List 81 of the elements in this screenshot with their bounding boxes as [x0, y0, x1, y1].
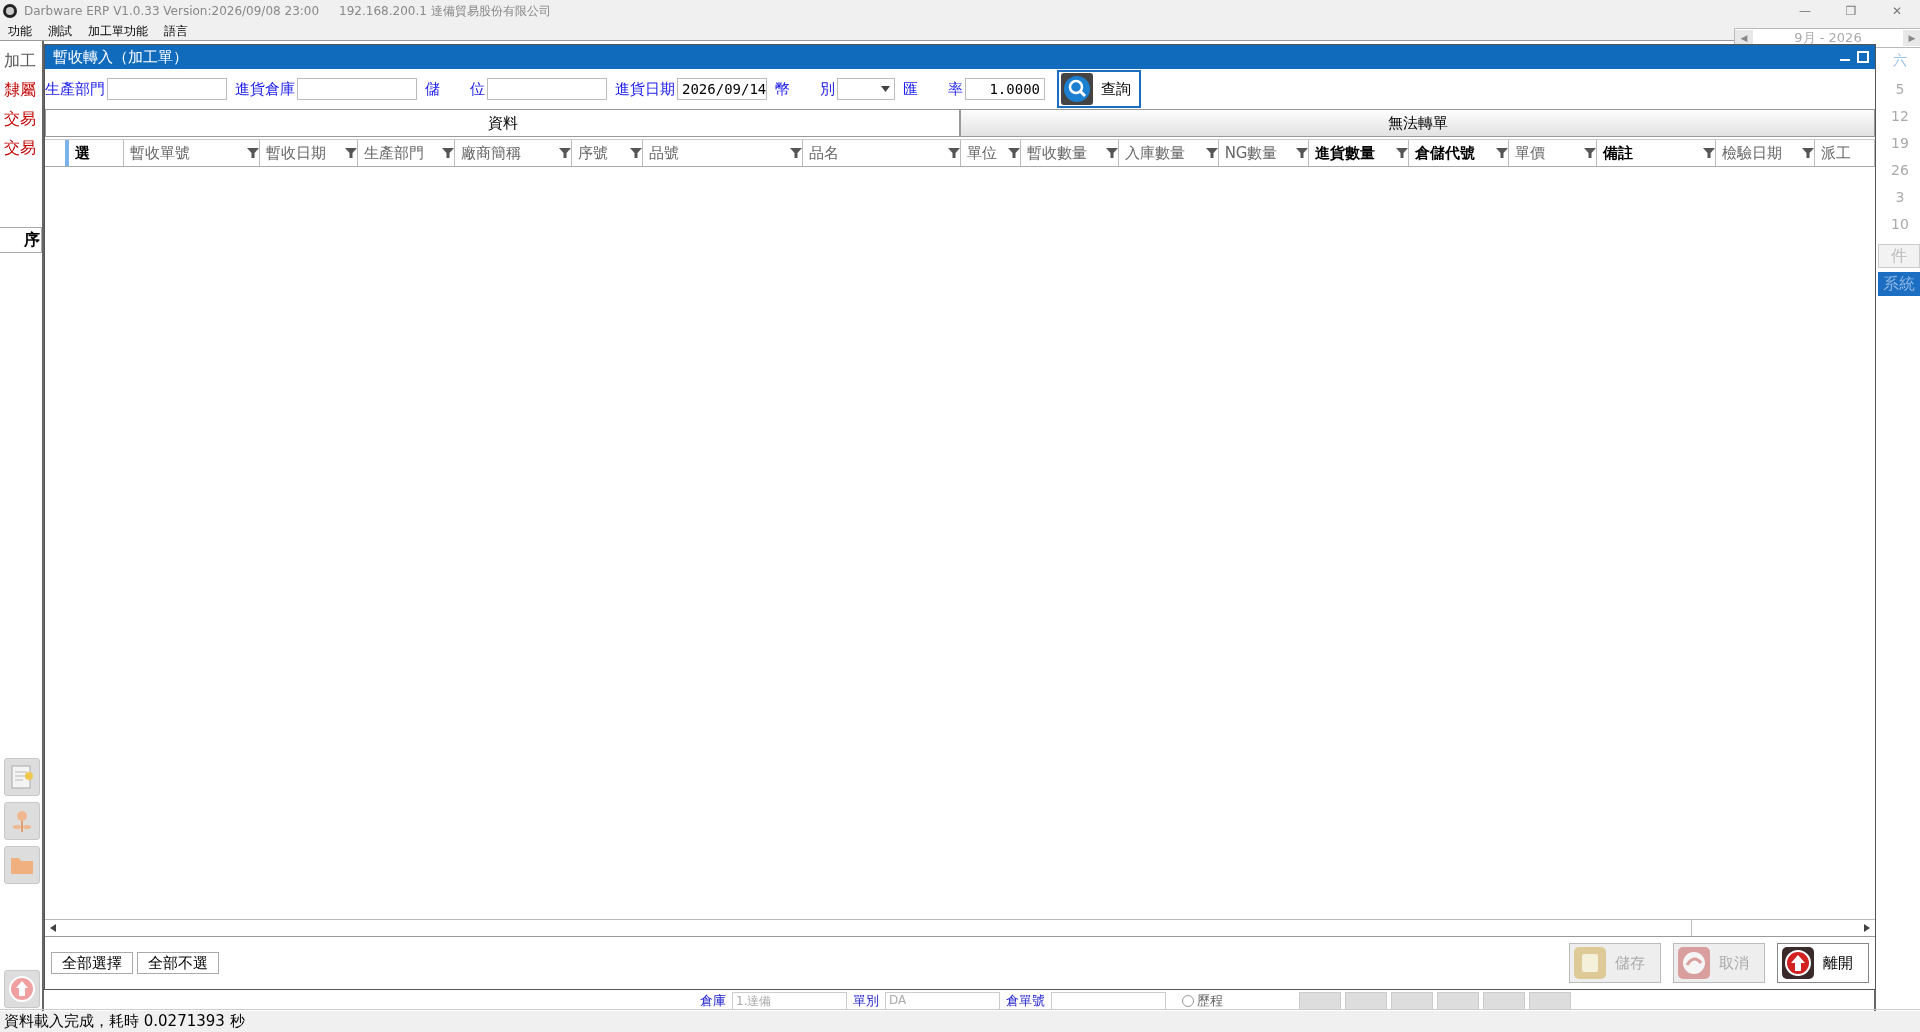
input-field[interactable]: 1.0000 — [965, 78, 1045, 100]
filter-icon[interactable] — [1703, 147, 1716, 159]
weekday-label: 六 — [1893, 52, 1907, 70]
column-header[interactable]: 序號 — [572, 140, 643, 166]
search-icon — [1061, 73, 1093, 105]
filter-icon[interactable] — [789, 147, 802, 159]
app-title: Darbware ERP V1.0.33 Version:2026/09/08 23:00 — [24, 4, 320, 18]
column-header[interactable]: 廠商簡稱 — [455, 140, 573, 166]
menu-item[interactable]: 加工單功能 — [88, 22, 148, 40]
field-label: 進貨日期 — [615, 79, 675, 99]
menu-item[interactable]: 功能 — [8, 22, 32, 40]
select-button[interactable]: 全部選擇 — [51, 952, 133, 974]
app-logo-icon — [2, 3, 18, 19]
menu-item[interactable]: 測試 — [48, 22, 72, 40]
filter-icon[interactable] — [247, 147, 260, 159]
field-label: 交易 — [3, 137, 37, 159]
input-field[interactable] — [297, 78, 417, 100]
filter-icon[interactable] — [344, 147, 357, 159]
column-header[interactable]: 單價 — [1508, 140, 1597, 166]
field-label: 匯 率 — [903, 79, 963, 99]
window-control-button[interactable]: ❐ — [1828, 4, 1874, 18]
filter-icon[interactable] — [948, 147, 961, 159]
tab[interactable]: 無法轉單 — [960, 110, 1875, 136]
dialog-title: 暫收轉入（加工單） — [53, 47, 188, 67]
field-label: 幣 別 — [775, 79, 835, 99]
column-header[interactable]: 進貨數量 — [1309, 140, 1410, 166]
column-header[interactable]: 暫收日期 — [260, 140, 358, 166]
dropdown-arrow-icon — [881, 86, 890, 92]
exit-button[interactable]: 離開 — [1777, 943, 1869, 983]
filter-icon[interactable] — [1296, 147, 1308, 159]
column-header[interactable]: 選 — [68, 140, 125, 166]
field-label: 生產部門 — [45, 79, 105, 99]
select-button[interactable]: 全部不選 — [137, 952, 219, 974]
filter-icon[interactable] — [1583, 147, 1596, 159]
column-header[interactable]: 入庫數量 — [1119, 140, 1219, 166]
filter-icon[interactable] — [1205, 147, 1218, 159]
filter-icon[interactable] — [1396, 147, 1409, 159]
column-header[interactable]: 檢驗日期 — [1716, 140, 1816, 166]
column-header[interactable]: 生產部門 — [357, 140, 456, 166]
field-label: 交易 — [3, 108, 37, 130]
input-field[interactable] — [107, 78, 227, 100]
field-label: 單別 — [853, 992, 879, 1010]
grid-header: 序 — [0, 227, 42, 253]
column-header[interactable]: 備註 — [1596, 140, 1717, 166]
field-label: 進貨倉庫 — [235, 79, 295, 99]
window-control-button[interactable]: — — [1782, 4, 1828, 18]
radio-label: 歷程 — [1197, 992, 1223, 1010]
filter-icon[interactable] — [1008, 147, 1021, 159]
floppy-icon — [1573, 946, 1607, 980]
field-label: 加工 — [3, 50, 37, 72]
window-control-button[interactable]: ✕ — [1874, 4, 1920, 18]
field-label: 儲 位 — [425, 79, 485, 99]
filter-icon[interactable] — [1495, 147, 1508, 159]
field-label: 倉庫 — [700, 992, 726, 1010]
calendar-month: 9月 - 2026 — [1793, 29, 1863, 47]
dropdown-field[interactable] — [837, 78, 895, 100]
input-field[interactable] — [487, 78, 607, 100]
query-button[interactable]: 查詢 — [1057, 70, 1141, 108]
column-header[interactable]: 倉儲代號 — [1409, 140, 1509, 166]
maximize-icon[interactable] — [1857, 51, 1869, 63]
server-info: 192.168.200.1 達備貿易股份有限公司 — [339, 2, 551, 20]
filter-icon[interactable] — [1802, 147, 1815, 159]
filter-icon[interactable] — [1106, 147, 1119, 159]
column-header[interactable]: 品名 — [802, 140, 962, 166]
input-field[interactable] — [1051, 992, 1166, 1010]
field-label: 倉單號 — [1006, 992, 1045, 1010]
column-header[interactable]: NG數量 — [1218, 140, 1309, 166]
column-header[interactable]: 單位 — [961, 140, 1022, 166]
column-header[interactable]: 品號 — [642, 140, 803, 166]
column-header[interactable]: 暫收單號 — [124, 140, 261, 166]
filter-icon[interactable] — [629, 147, 642, 159]
column-header[interactable]: 派工 — [1815, 140, 1875, 166]
tab[interactable]: 資料 — [45, 110, 960, 136]
field-label: 隸屬 — [3, 79, 37, 101]
menu-item[interactable]: 語言 — [164, 22, 188, 40]
status-bar: 資料載入完成，耗時 0.0271393 秒 — [0, 1009, 1920, 1032]
undo-icon — [1677, 946, 1711, 980]
filter-icon[interactable] — [559, 147, 572, 159]
column-header[interactable]: 暫收數量 — [1021, 140, 1120, 166]
input-field[interactable]: 2026/09/14 — [677, 78, 767, 100]
filter-icon[interactable] — [442, 147, 455, 159]
